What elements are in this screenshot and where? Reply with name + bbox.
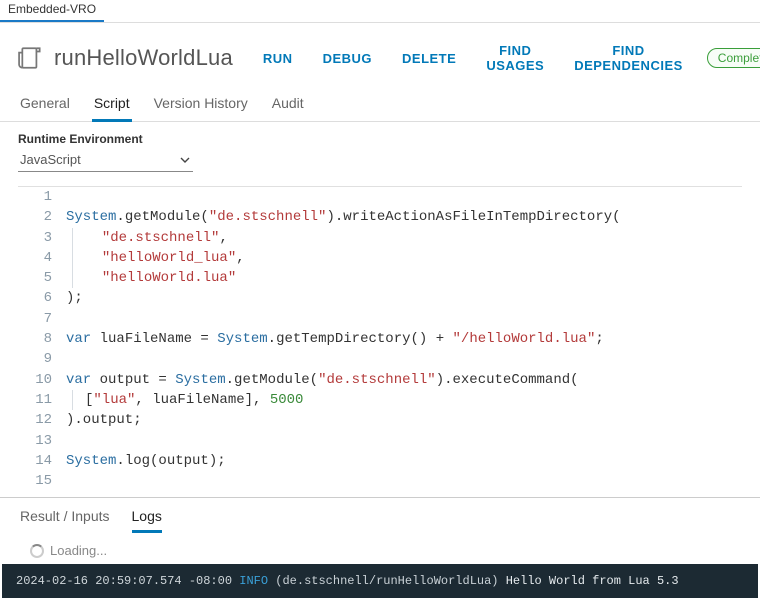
- spinner-icon: [30, 544, 44, 558]
- main-tabs: General Script Version History Audit: [0, 89, 760, 122]
- line-number: 12: [18, 410, 66, 430]
- line-number: 8: [18, 329, 66, 349]
- delete-button[interactable]: DELETE: [392, 45, 466, 72]
- log-level: INFO: [239, 574, 268, 588]
- log-timestamp: 2024-02-16 20:59:07.574 -08:00: [16, 574, 232, 588]
- line-number: 11: [18, 390, 66, 410]
- find-usages-button[interactable]: FIND USAGES: [476, 37, 554, 79]
- tab-audit[interactable]: Audit: [270, 89, 306, 121]
- line-number: 6: [18, 288, 66, 308]
- line-number: 15: [18, 471, 66, 491]
- runtime-select[interactable]: JavaScript: [18, 150, 193, 172]
- line-number: 10: [18, 370, 66, 390]
- chevron-down-icon: [179, 154, 191, 166]
- loading-text: Loading...: [50, 543, 107, 558]
- line-number: 3: [18, 228, 66, 248]
- page-title: runHelloWorldLua: [54, 45, 233, 71]
- output-tabs: Result / Inputs Logs: [0, 497, 760, 539]
- runtime-value: JavaScript: [20, 152, 81, 167]
- line-number: 7: [18, 309, 66, 329]
- line-number: 13: [18, 431, 66, 451]
- line-number: 5: [18, 268, 66, 288]
- log-message: Hello World from Lua 5.3: [506, 574, 679, 588]
- breadcrumb[interactable]: Embedded-VRO: [0, 0, 104, 22]
- tab-version-history[interactable]: Version History: [152, 89, 250, 121]
- line-number: 14: [18, 451, 66, 471]
- tab-logs[interactable]: Logs: [132, 508, 162, 533]
- tab-script[interactable]: Script: [92, 89, 132, 122]
- line-number: 4: [18, 248, 66, 268]
- log-console: 2024-02-16 20:59:07.574 -08:00 INFO (de.…: [2, 564, 758, 598]
- header: runHelloWorldLua RUN DEBUG DELETE FIND U…: [0, 23, 760, 89]
- tab-general[interactable]: General: [18, 89, 72, 121]
- log-source: (de.stschnell/runHelloWorldLua): [275, 574, 498, 588]
- script-icon: [18, 45, 44, 71]
- runtime-label: Runtime Environment: [18, 132, 742, 146]
- code-editor[interactable]: 1 2System.getModule("de.stschnell").writ…: [18, 186, 742, 491]
- line-number: 2: [18, 207, 66, 227]
- status-badge: Completed: [707, 48, 760, 68]
- run-button[interactable]: RUN: [253, 45, 303, 72]
- line-number: 9: [18, 349, 66, 369]
- tab-result-inputs[interactable]: Result / Inputs: [20, 508, 110, 533]
- find-dependencies-button[interactable]: FIND DEPENDENCIES: [564, 37, 693, 79]
- loading-indicator: Loading...: [0, 539, 760, 564]
- line-number: 1: [18, 187, 66, 207]
- debug-button[interactable]: DEBUG: [313, 45, 382, 72]
